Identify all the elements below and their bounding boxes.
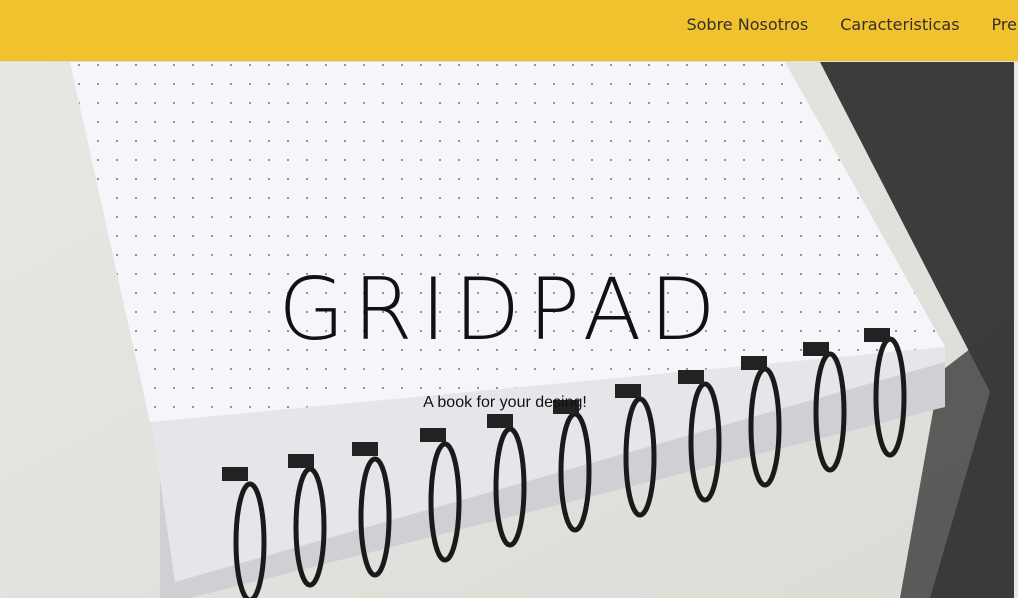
nav-link-precio[interactable]: Precio <box>992 15 1018 34</box>
hero-title: GRIDPAD <box>278 260 724 360</box>
page-scrollbar[interactable] <box>1014 62 1018 598</box>
hero-section: GRIDPAD A book for your desing! <box>0 62 1018 598</box>
hero-subtitle: A book for your desing! <box>423 394 587 411</box>
top-navbar: Sobre Nosotros Caracteristicas Precio <box>0 0 1018 62</box>
nav-link-caracteristicas[interactable]: Caracteristicas <box>840 15 959 34</box>
main-nav: Sobre Nosotros Caracteristicas Precio <box>686 0 1018 48</box>
nav-link-sobre-nosotros[interactable]: Sobre Nosotros <box>686 15 808 34</box>
